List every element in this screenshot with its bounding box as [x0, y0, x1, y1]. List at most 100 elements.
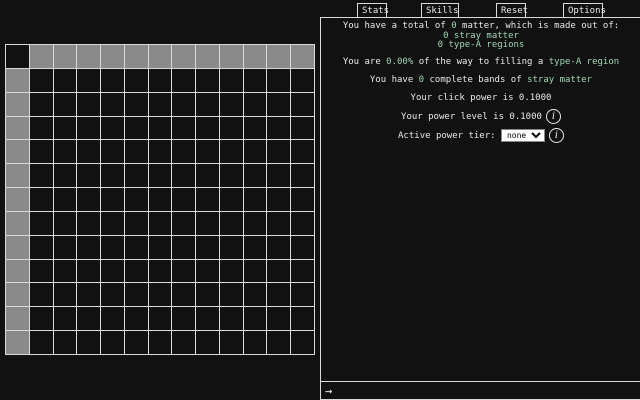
grid-cell[interactable] [29, 92, 53, 116]
grid-cell[interactable] [196, 116, 219, 140]
grid-cell[interactable] [6, 116, 29, 140]
grid-cell[interactable] [243, 116, 267, 140]
grid-cell[interactable] [291, 307, 314, 331]
grid-cell[interactable] [196, 92, 219, 116]
grid-cell[interactable] [267, 235, 291, 259]
grid-cell[interactable] [291, 331, 314, 354]
tab-reset[interactable]: Reset [496, 3, 528, 17]
grid-cell[interactable] [291, 259, 314, 283]
grid-cell[interactable] [172, 188, 196, 211]
grid-cell[interactable] [29, 235, 53, 259]
grid-cell[interactable] [172, 164, 196, 188]
grid-cell[interactable] [124, 164, 148, 188]
grid-cell[interactable] [148, 92, 172, 116]
grid-cell[interactable] [219, 331, 243, 354]
grid-cell[interactable] [267, 116, 291, 140]
grid-cell[interactable] [6, 164, 29, 188]
grid-cell[interactable] [124, 283, 148, 307]
grid-cell[interactable] [77, 116, 101, 140]
grid-cell[interactable] [243, 307, 267, 331]
grid-cell[interactable] [267, 164, 291, 188]
grid-cell[interactable] [6, 68, 29, 92]
grid-cell[interactable] [172, 116, 196, 140]
grid-cell[interactable] [53, 140, 77, 164]
grid-cell[interactable] [148, 164, 172, 188]
grid-cell[interactable] [124, 68, 148, 92]
grid-cell[interactable] [196, 68, 219, 92]
grid-cell[interactable] [101, 235, 124, 259]
grid-cell[interactable] [219, 235, 243, 259]
grid-cell[interactable] [196, 307, 219, 331]
grid-cell[interactable] [267, 68, 291, 92]
grid-cell[interactable] [243, 211, 267, 235]
grid-cell[interactable] [29, 307, 53, 331]
grid-cell[interactable] [243, 259, 267, 283]
grid-cell[interactable] [219, 45, 243, 68]
grid-cell[interactable] [291, 211, 314, 235]
grid-cell[interactable] [291, 92, 314, 116]
power-tier-info-icon[interactable]: i [548, 128, 564, 143]
grid-cell[interactable] [196, 211, 219, 235]
grid-cell[interactable] [101, 68, 124, 92]
grid-cell[interactable] [29, 68, 53, 92]
grid-cell[interactable] [124, 307, 148, 331]
grid-cell[interactable] [101, 307, 124, 331]
grid-cell[interactable] [243, 45, 267, 68]
grid-cell[interactable] [124, 211, 148, 235]
grid-cell[interactable] [29, 164, 53, 188]
grid-cell[interactable] [148, 331, 172, 354]
grid-cell[interactable] [53, 331, 77, 354]
grid-cell[interactable] [219, 164, 243, 188]
grid-cell[interactable] [77, 140, 101, 164]
grid-cell[interactable] [77, 331, 101, 354]
grid-cell[interactable] [267, 259, 291, 283]
grid-cell[interactable] [219, 259, 243, 283]
grid-cell[interactable] [29, 331, 53, 354]
grid-cell[interactable] [77, 307, 101, 331]
grid-cell[interactable] [219, 307, 243, 331]
grid-cell[interactable] [101, 259, 124, 283]
grid-cell[interactable] [243, 68, 267, 92]
power-tier-select[interactable]: none [500, 129, 545, 142]
grid-cell[interactable] [6, 331, 29, 354]
grid-cell[interactable] [148, 259, 172, 283]
grid-cell[interactable] [53, 188, 77, 211]
grid-cell[interactable] [196, 259, 219, 283]
grid-cell[interactable] [124, 116, 148, 140]
grid-cell[interactable] [196, 283, 219, 307]
grid-cell[interactable] [101, 140, 124, 164]
grid-cell[interactable] [219, 140, 243, 164]
grid-cell[interactable] [101, 188, 124, 211]
grid-cell[interactable] [148, 307, 172, 331]
grid-cell[interactable] [6, 188, 29, 211]
grid-cell[interactable] [243, 331, 267, 354]
grid-cell[interactable] [6, 259, 29, 283]
grid-cell[interactable] [196, 235, 219, 259]
grid-cell[interactable] [172, 45, 196, 68]
grid-cell[interactable] [77, 259, 101, 283]
grid-cell[interactable] [6, 45, 29, 68]
grid-cell[interactable] [148, 45, 172, 68]
grid-cell[interactable] [101, 116, 124, 140]
grid-cell[interactable] [53, 68, 77, 92]
grid-cell[interactable] [6, 92, 29, 116]
grid-cell[interactable] [219, 116, 243, 140]
grid-cell[interactable] [172, 331, 196, 354]
grid-cell[interactable] [172, 92, 196, 116]
grid-cell[interactable] [219, 92, 243, 116]
grid-cell[interactable] [29, 116, 53, 140]
grid-cell[interactable] [6, 283, 29, 307]
grid-cell[interactable] [291, 140, 314, 164]
grid-cell[interactable] [196, 164, 219, 188]
grid-cell[interactable] [77, 68, 101, 92]
grid-cell[interactable] [29, 211, 53, 235]
grid-cell[interactable] [267, 140, 291, 164]
grid-cell[interactable] [196, 140, 219, 164]
grid-cell[interactable] [291, 116, 314, 140]
grid-cell[interactable] [101, 92, 124, 116]
grid-cell[interactable] [291, 283, 314, 307]
grid-cell[interactable] [53, 235, 77, 259]
grid-cell[interactable] [219, 68, 243, 92]
grid-cell[interactable] [291, 45, 314, 68]
grid-cell[interactable] [101, 331, 124, 354]
